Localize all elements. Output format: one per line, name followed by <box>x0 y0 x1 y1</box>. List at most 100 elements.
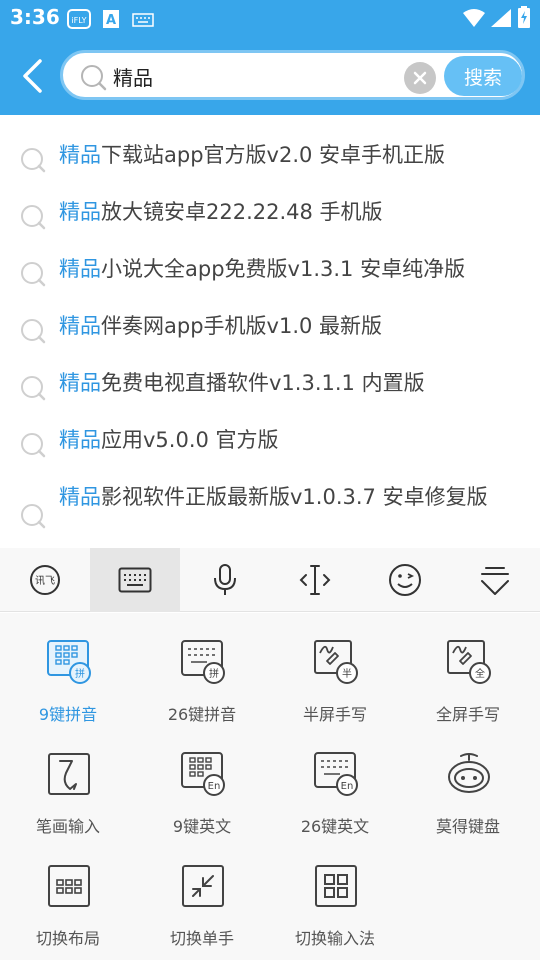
layout-switch-icon <box>48 865 90 907</box>
qwerty-pinyin-option[interactable]: 拼 26键拼音 <box>135 621 269 724</box>
option-label: 全屏手写 <box>435 705 500 724</box>
microphone-icon <box>214 564 236 595</box>
suggestion-list: 精品下载站app官方版v2.0 安卓手机正版 精品放大镜安卓222.22.48 … <box>0 115 540 548</box>
suggestion-highlight: 精品 <box>59 314 101 338</box>
svg-text:iFLY: iFLY <box>71 16 86 25</box>
svg-text:En: En <box>341 781 354 792</box>
full-handwriting-icon: 全 <box>447 640 491 684</box>
svg-text:En: En <box>208 781 221 792</box>
status-time: 3:36 <box>10 5 60 29</box>
svg-text:拼: 拼 <box>75 667 85 680</box>
search-icon <box>20 432 46 462</box>
suggestion-highlight: 精品 <box>59 257 101 281</box>
switch-ime-icon <box>315 865 357 907</box>
suggestion-item[interactable]: 精品下载站app官方版v2.0 安卓手机正版 <box>0 139 540 179</box>
cursor-move-icon <box>299 565 331 595</box>
search-box[interactable]: 搜索 <box>60 50 525 100</box>
one-hand-icon <box>182 865 224 907</box>
back-button[interactable] <box>12 54 52 98</box>
suggestion-highlight: 精品 <box>59 428 101 452</box>
search-header: 搜索 <box>0 36 540 115</box>
svg-text:讯飞: 讯飞 <box>35 575 55 587</box>
option-label: 莫得键盘 <box>435 817 500 836</box>
svg-text:全: 全 <box>475 667 485 680</box>
suggestion-item[interactable]: 精品放大镜安卓222.22.48 手机版 <box>0 196 540 236</box>
option-label: 笔画输入 <box>35 817 100 836</box>
option-label: 26键拼音 <box>167 705 237 724</box>
mode-keyboard-icon <box>448 753 490 793</box>
svg-text:拼: 拼 <box>209 667 219 680</box>
suggestion-item[interactable]: 精品伴奏网app手机版v1.0 最新版 <box>0 310 540 350</box>
option-label: 半屏手写 <box>302 705 367 724</box>
close-icon <box>413 71 427 85</box>
svg-text:A: A <box>106 13 116 28</box>
signal-icon <box>490 8 512 32</box>
suggestion-text: 放大镜安卓222.22.48 手机版 <box>101 200 383 224</box>
suggestion-item[interactable]: 精品影视软件正版最新版v1.0.3.7 安卓修复版 <box>0 481 540 548</box>
hide-keyboard-icon <box>481 567 509 595</box>
hide-keyboard-button[interactable] <box>450 548 540 612</box>
stroke-input-option[interactable]: 笔画输入 <box>1 733 135 836</box>
cursor-move-button[interactable] <box>270 548 360 612</box>
option-label: 9键英文 <box>172 817 232 836</box>
suggestion-item[interactable]: 精品免费电视直播软件v1.3.1.1 内置版 <box>0 367 540 407</box>
switch-ime-option[interactable]: 切换输入法 <box>268 845 402 948</box>
clear-search-button[interactable] <box>404 62 436 94</box>
search-icon <box>20 318 46 348</box>
suggestion-highlight: 精品 <box>59 371 101 395</box>
wifi-icon <box>462 8 486 32</box>
svg-text:半: 半 <box>342 667 352 680</box>
search-icon <box>20 375 46 405</box>
ifly-logo-button[interactable]: 讯飞 <box>0 548 90 612</box>
suggestion-highlight: 精品 <box>59 485 101 509</box>
keyboard-button[interactable] <box>90 548 180 612</box>
t9-pinyin-icon: 拼 <box>47 640 91 684</box>
suggestion-highlight: 精品 <box>59 200 101 224</box>
half-handwriting-icon: 半 <box>314 640 358 684</box>
suggestion-item[interactable]: 精品应用v5.0.0 官方版 <box>0 424 540 464</box>
suggestion-text: 影视软件正版最新版v1.0.3.7 安卓修复版 <box>101 485 488 509</box>
status-bar: 3:36 iFLY A <box>0 0 540 36</box>
half-handwriting-option[interactable]: 半 半屏手写 <box>268 621 402 724</box>
qwerty-english-icon: En <box>314 752 358 796</box>
suggestion-text: 小说大全app免费版v1.3.1 安卓纯净版 <box>101 257 466 281</box>
suggestion-text: 应用v5.0.0 官方版 <box>101 428 279 452</box>
keyboard-mode-panel: 拼 9键拼音 拼 26键拼音 半 半屏手写 全 全屏手写 笔画输入 En 9键英… <box>0 613 540 960</box>
back-arrow-icon <box>23 59 42 93</box>
option-label: 切换输入法 <box>294 929 375 948</box>
option-label: 切换单手 <box>169 929 234 948</box>
suggestion-text: 免费电视直播软件v1.3.1.1 内置版 <box>101 371 425 395</box>
t9-pinyin-option[interactable]: 拼 9键拼音 <box>1 621 135 724</box>
voice-input-button[interactable] <box>180 548 270 612</box>
qwerty-pinyin-icon: 拼 <box>181 640 225 684</box>
layout-switch-option[interactable]: 切换布局 <box>1 845 135 948</box>
full-handwriting-option[interactable]: 全 全屏手写 <box>401 621 535 724</box>
search-input[interactable] <box>113 61 443 91</box>
one-hand-option[interactable]: 切换单手 <box>135 845 269 948</box>
search-icon <box>20 147 46 177</box>
suggestion-highlight: 精品 <box>59 143 101 167</box>
search-button[interactable]: 搜索 <box>444 56 522 96</box>
emoji-icon <box>389 564 421 596</box>
suggestion-item[interactable]: 精品小说大全app免费版v1.3.1 安卓纯净版 <box>0 253 540 293</box>
search-icon <box>20 204 46 234</box>
t9-english-option[interactable]: En 9键英文 <box>135 733 269 836</box>
search-icon <box>20 261 46 291</box>
emoji-button[interactable] <box>360 548 450 612</box>
keyboard-icon <box>132 12 154 31</box>
suggestion-text: 伴奏网app手机版v1.0 最新版 <box>101 314 383 338</box>
option-label: 26键英文 <box>300 817 370 836</box>
qwerty-english-option[interactable]: En 26键英文 <box>268 733 402 836</box>
keyboard-icon <box>118 567 152 593</box>
search-icon <box>79 63 107 95</box>
mode-keyboard-option[interactable]: 莫得键盘 <box>401 733 535 836</box>
keyboard-toolbar: 讯飞 <box>0 548 540 612</box>
ifly-icon: iFLY <box>67 9 91 33</box>
battery-charging-icon <box>518 6 530 32</box>
option-label: 9键拼音 <box>38 705 98 724</box>
ifly-logo-icon: 讯飞 <box>30 565 60 595</box>
option-label: 切换布局 <box>35 929 100 948</box>
a-text-icon: A <box>102 9 120 33</box>
stroke-input-icon <box>48 753 90 795</box>
t9-english-icon: En <box>181 752 225 796</box>
